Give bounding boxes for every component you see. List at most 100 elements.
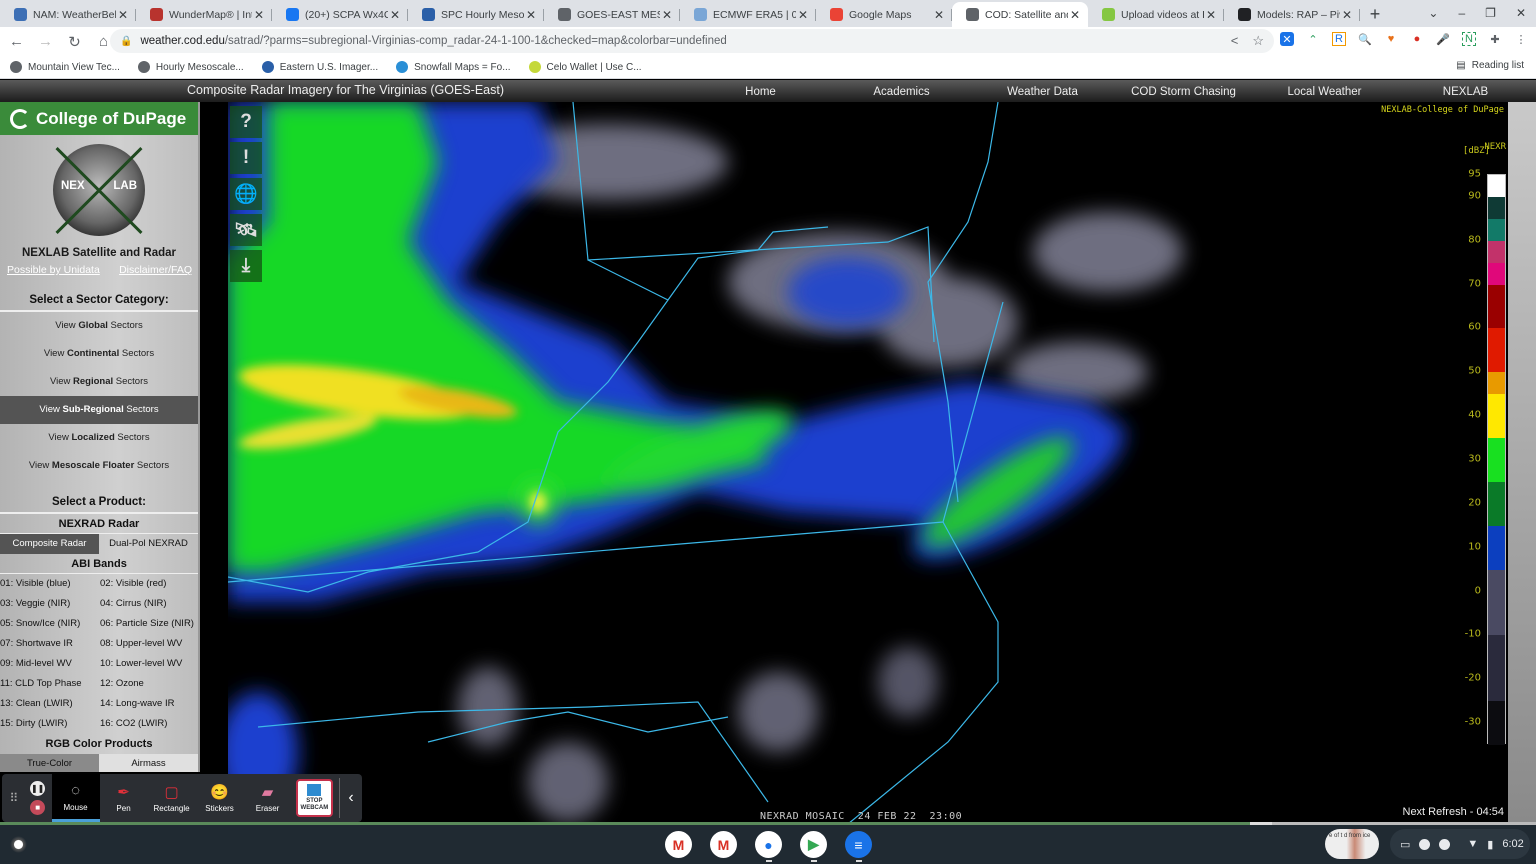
play-store-app[interactable]: ▶ [800,831,827,862]
abi-band-option[interactable]: 07: Shortwave IR [0,634,100,654]
composite-radar-option[interactable]: Composite Radar [0,534,99,554]
back-button[interactable]: ← [4,33,29,50]
minimize-button[interactable]: – [1458,6,1465,20]
abi-band-option[interactable]: 13: Clean (LWIR) [0,694,100,714]
pause-recording-button[interactable]: ❚❚ [30,781,46,796]
browser-tab[interactable]: (20+) SCPA Wx4Cas✕ [272,2,408,27]
screen-capture-icon[interactable]: ▭ [1400,838,1410,851]
abi-band-option[interactable]: 02: Visible (red) [100,574,198,594]
browser-tab[interactable]: WunderMap® | Intera✕ [136,2,272,27]
stickers-tool-button[interactable]: 😊 Stickers [196,774,244,822]
alert-icon[interactable]: ! [230,142,262,174]
browser-tab[interactable]: Models: RAP – Pivo✕ [1224,2,1360,27]
pen-tool-button[interactable]: ✒ Pen [100,774,148,822]
extension-icon[interactable]: ⌃ [1306,32,1320,46]
tab-search-icon[interactable]: ⌄ [1428,6,1438,20]
stop-webcam-button[interactable]: STOP WEBCAM [295,779,334,817]
browser-tab[interactable]: SPC Hourly Mesosc✕ [408,2,544,27]
nav-link-home[interactable]: Home [690,80,831,102]
dual-pol-nexrad-option[interactable]: Dual-Pol NEXRAD [99,534,198,554]
restore-button[interactable]: ❐ [1485,6,1496,20]
close-tab-icon[interactable]: ✕ [116,8,130,22]
sector-option-sub-regional[interactable]: View Sub-Regional Sectors [0,396,198,424]
collapse-toolbar-button[interactable]: ‹ [340,789,362,807]
extensions-puzzle-icon[interactable]: ✚ [1488,32,1502,46]
new-tab-button[interactable]: + [1360,2,1390,27]
abi-band-option[interactable]: 08: Upper-level WV [100,634,198,654]
microphone-icon[interactable]: 🎤 [1436,32,1450,46]
browser-tab[interactable]: GOES-EAST MESOS✕ [544,2,680,27]
browser-tab[interactable]: ECMWF ERA5 | 02/✕ [680,2,816,27]
bookmark-item[interactable]: Hourly Mesoscale... [137,61,244,73]
close-tab-icon[interactable]: ✕ [932,8,946,22]
globe-icon[interactable]: 🌐 [230,178,262,210]
close-tab-icon[interactable]: ✕ [388,8,402,22]
tray-add-icon[interactable] [1439,838,1451,850]
abi-band-option[interactable]: 09: Mid-level WV [0,654,100,674]
status-tray[interactable]: ▭ ▼ ▮ 6:02 [1390,829,1530,859]
airmass-option[interactable]: Airmass [99,754,198,772]
gmail-app-2[interactable]: M [710,831,737,858]
college-of-dupage-logo[interactable]: College of DuPage [0,102,198,135]
extension-icon[interactable]: R [1332,32,1346,46]
close-tab-icon[interactable]: ✕ [660,8,674,22]
bookmark-item[interactable]: Snowfall Maps = Fo... [396,61,511,73]
abi-band-option[interactable]: 04: Cirrus (NIR) [100,594,198,614]
eraser-tool-button[interactable]: ▰ Eraser [244,774,292,822]
nav-link-weather-data[interactable]: Weather Data [972,80,1113,102]
abi-band-option[interactable]: 14: Long-wave IR [100,694,198,714]
rectangle-tool-button[interactable]: ▢ Rectangle [148,774,196,822]
abi-band-option[interactable]: 11: CLD Top Phase [0,674,100,694]
bookmark-item[interactable]: Mountain View Tec... [10,61,120,73]
drag-handle-icon[interactable]: ⠿ [2,791,26,805]
true-color-option[interactable]: True-Color [0,754,99,772]
abi-band-option[interactable]: 05: Snow/Ice (NIR) [0,614,100,634]
mouse-tool-button[interactable]: ◌ Mouse [51,774,100,822]
address-bar[interactable]: 🔒 weather.cod.edu/satrad/?parms=subregio… [110,29,1274,53]
nav-link-academics[interactable]: Academics [831,80,972,102]
abi-band-option[interactable]: 15: Dirty (LWIR) [0,714,100,734]
close-tab-icon[interactable]: ✕ [1340,8,1354,22]
close-window-button[interactable]: ✕ [1516,6,1526,20]
bookmark-star-icon[interactable]: ☆ [1252,33,1264,49]
extension-icon[interactable]: ♥ [1384,32,1398,46]
close-tab-icon[interactable]: ✕ [796,8,810,22]
gmail-app[interactable]: M [665,831,692,858]
close-tab-icon[interactable]: ✕ [1068,8,1082,22]
extension-icon[interactable]: ● [1410,32,1424,46]
chrome-app[interactable]: ● [755,831,782,862]
reading-list-button[interactable]: ▤ Reading list [1456,60,1524,71]
abi-band-option[interactable]: 12: Ozone [100,674,198,694]
radar-map[interactable]: ?! 🌐 🛰 ⤓ NEXLAB-College of DuPage NEXR [dBZ… [228,102,1508,824]
bookmark-item[interactable]: Eastern U.S. Imager... [261,61,378,73]
notification-thumbnail[interactable]: e of t d from ice [1325,829,1379,859]
reload-button[interactable]: ↻ [62,33,87,51]
sector-option-regional[interactable]: View Regional Sectors [0,368,198,396]
sector-option-mesoscale-floater[interactable]: View Mesoscale Floater Sectors [0,452,198,480]
disclaimer-faq-link[interactable]: Disclaimer/FAQ [119,264,192,276]
share-icon[interactable]: < [1231,33,1239,49]
forward-button[interactable]: → [33,33,58,50]
abi-band-option[interactable]: 10: Lower-level WV [100,654,198,674]
docs-app[interactable]: ≡ [845,831,872,862]
close-tab-icon[interactable]: ✕ [524,8,538,22]
unidata-link[interactable]: Possible by Unidata [7,264,100,276]
close-tab-icon[interactable]: ✕ [1204,8,1218,22]
extension-icon[interactable]: ✕ [1280,32,1294,46]
sector-option-global[interactable]: View Global Sectors [0,312,198,340]
tray-circle-icon[interactable] [1419,838,1431,850]
sector-option-localized[interactable]: View Localized Sectors [0,424,198,452]
abi-band-option[interactable]: 01: Visible (blue) [0,574,100,594]
bookmark-item[interactable]: Celo Wallet | Use C... [528,61,642,73]
nav-link-nexlab[interactable]: NEXLAB [1395,80,1536,102]
sector-option-continental[interactable]: View Continental Sectors [0,340,198,368]
browser-tab[interactable]: NAM: WeatherBell Ma✕ [0,2,136,27]
abi-band-option[interactable]: 16: CO2 (LWIR) [100,714,198,734]
browser-tab[interactable]: COD: Satellite and R✕ [952,2,1088,27]
satellite-icon[interactable]: 🛰 [230,214,262,246]
abi-band-option[interactable]: 03: Veggie (NIR) [0,594,100,614]
download-icon[interactable]: ⤓ [230,250,262,282]
extension-icon[interactable]: N [1462,32,1476,46]
help-icon[interactable]: ? [230,106,262,138]
stop-recording-button[interactable]: ■ [30,800,46,815]
